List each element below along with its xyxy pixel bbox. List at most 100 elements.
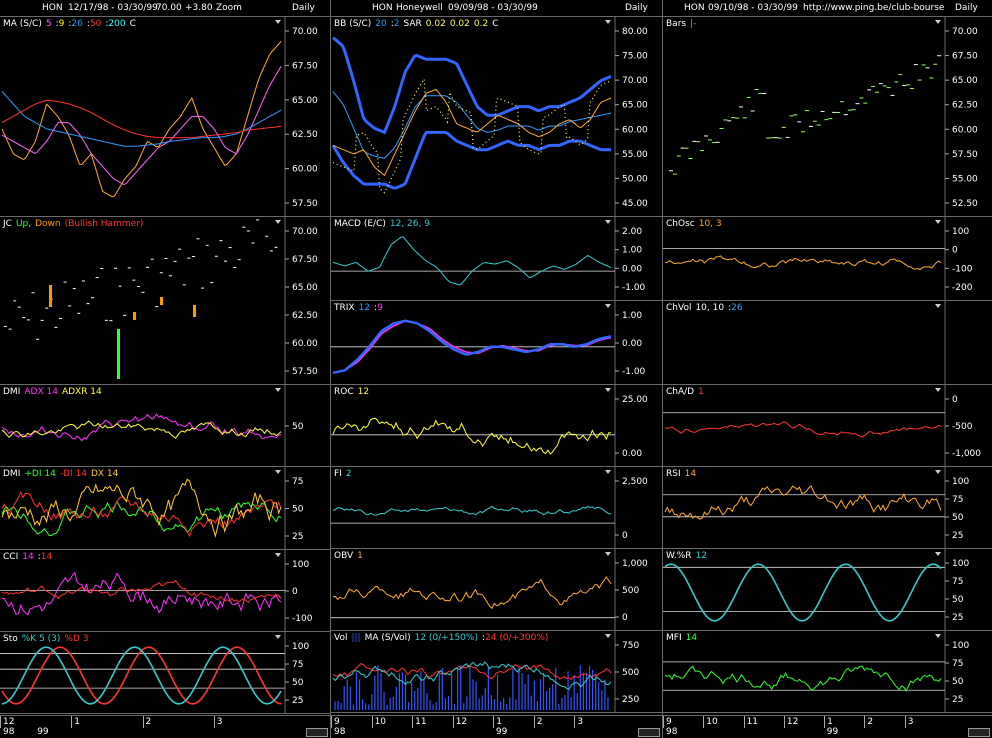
pane-dmi2[interactable]: DMI +DI 14 -DI 14 DX 14 75 50 25: [0, 467, 330, 550]
pane-jc[interactable]: JC Up, Down (Bullish Hammer) 70.00 67.50 65.00…: [0, 217, 330, 385]
pane-menu-icon[interactable]: [275, 553, 281, 557]
pane-title-part: 50: [89, 19, 102, 29]
x-year-label: 99: [826, 727, 839, 737]
x-year-label: 99: [37, 727, 49, 737]
pane-title-part: ChOsc: [666, 219, 695, 229]
pane-plot: 100 75 50 25: [663, 549, 969, 630]
pane-title: ChOsc 10, 3: [666, 219, 726, 229]
pane-menu-icon[interactable]: [935, 470, 941, 474]
y-tick-label: -1.00: [622, 283, 646, 293]
x-tick-label: 2: [867, 717, 874, 727]
y-tick-label: 70.00: [292, 27, 318, 37]
header-url: http://www.ping.be/club-bourse: [803, 3, 945, 13]
pane-trix[interactable]: TRIX 12:9 1.00 0.00 -1.00: [331, 301, 662, 385]
header-symbol: HON: [684, 3, 705, 13]
pane-title-part: 26: [731, 303, 743, 313]
x-tick-label: 9: [666, 717, 672, 727]
header-zoom[interactable]: Zoom: [216, 3, 242, 13]
pane-title-part: %D 3: [64, 634, 89, 644]
pane-wr[interactable]: W.%R 12 100 75 50 25: [663, 549, 992, 631]
pane-menu-icon[interactable]: [605, 304, 611, 308]
pane-menu-icon[interactable]: [275, 388, 281, 392]
scroll-button[interactable]: [638, 728, 660, 737]
y-tick-label: 57.50: [292, 367, 318, 377]
pane-cci[interactable]: CCI 14:14 100 0 -100: [0, 550, 330, 632]
x-tick-label: 1: [74, 717, 80, 727]
pane-menu-icon[interactable]: [605, 388, 611, 392]
pane-chvol[interactable]: ChVol 10, 10:26: [663, 301, 992, 385]
pane-title-part: 0.02: [425, 19, 446, 29]
candle-down: [133, 312, 136, 320]
y-tick-label: 25: [952, 695, 963, 705]
pane-fi[interactable]: FI 2 2,500 0: [331, 467, 662, 549]
pane-title-part: %K 5 (3): [21, 634, 61, 644]
pane-title-part: 14: [40, 552, 53, 562]
y-tick-label: -100: [292, 614, 313, 624]
pane-menu-icon[interactable]: [935, 304, 941, 308]
column-header: HON 12/17/98 - 03/30/99 70.00 +3.80 Zoom Dail…: [0, 0, 330, 17]
pane-title-part: 12: [357, 387, 370, 397]
pane-title-part: TRIX: [334, 303, 355, 313]
pane-menu-icon[interactable]: [935, 220, 941, 224]
pane-title-part: 10, 3: [698, 219, 722, 229]
pane-title: DMI +DI 14 -DI 14 DX 14: [3, 469, 122, 479]
pane-ma[interactable]: MA (S/C) 5:9:26:50:200 C 70.00 67.50 65.00 62.…: [0, 17, 330, 217]
y-tick-label: 55.00: [622, 150, 648, 160]
pane-menu-icon[interactable]: [935, 634, 941, 638]
pane-menu-icon[interactable]: [605, 470, 611, 474]
pane-dmi1[interactable]: DMI ADX 14 ADXR 14 50: [0, 385, 330, 467]
pane-mfi[interactable]: MFI 14 100 75 50 25: [663, 631, 992, 713]
pane-title-part: MA (S/C): [3, 19, 42, 29]
pane-chad[interactable]: ChA/D 1 0 -500 -1,000: [663, 385, 992, 467]
pane-menu-icon[interactable]: [275, 635, 281, 639]
y-tick-label: 100: [952, 641, 969, 651]
pane-chosc[interactable]: ChOsc 10, 3 100 0 -100 -200: [663, 217, 992, 301]
pane-menu-icon[interactable]: [935, 552, 941, 556]
pane-menu-icon[interactable]: [935, 20, 941, 24]
time-axis: 9 10 11 12 1 2 3 98 99: [663, 715, 992, 738]
y-tick-label: -500: [952, 422, 973, 432]
pane-menu-icon[interactable]: [605, 20, 611, 24]
pane-obv[interactable]: OBV 1 1,000 500 0: [331, 549, 662, 631]
pane-title-part: SAR: [403, 19, 422, 29]
y-tick-label: 25: [292, 532, 303, 542]
scroll-button[interactable]: [306, 728, 328, 737]
pane-title: MACD (E/C) 12, 26, 9: [334, 219, 434, 229]
pane-menu-icon[interactable]: [935, 388, 941, 392]
pane-rsi[interactable]: RSI 14 100 75 50 25: [663, 467, 992, 549]
indicator-line: [1, 478, 282, 539]
pane-menu-icon[interactable]: [605, 634, 611, 638]
pane-bb[interactable]: BB (S/C) 20:2 SAR 0.02 0.02 0.2 C 80.00 75.00 70.…: [331, 17, 662, 217]
y-tick-label: 50.00: [622, 174, 648, 184]
pane-title-part: ROC: [334, 387, 354, 397]
x-tick-label: 3: [577, 717, 584, 727]
pane-roc[interactable]: ROC 12 25.00 0.00: [331, 385, 662, 467]
y-tick-label: 100: [952, 227, 969, 237]
pane-title: JC Up, Down (Bullish Hammer): [3, 219, 147, 229]
indicator-line: [664, 255, 942, 271]
pane-menu-icon[interactable]: [275, 20, 281, 24]
pane-title: W.%R 12: [666, 551, 711, 561]
y-tick-label: 60.00: [292, 165, 318, 175]
header-range: 09/09/98 - 03/30/99: [448, 3, 538, 13]
pane-menu-icon[interactable]: [275, 470, 281, 474]
pane-menu-icon[interactable]: [275, 220, 281, 224]
time-axis: 9 10 11 12 1 2 3 98 99: [331, 715, 662, 738]
header-period[interactable]: Daily: [625, 3, 648, 13]
y-tick-label: 100: [292, 642, 309, 652]
pane-title-part: Vol: [334, 633, 348, 643]
pane-bars[interactable]: Bars |- 70.00 67.50 65.00 62.50 60.00 57.50 55.0…: [663, 17, 992, 217]
x-tick-label: 3: [907, 717, 914, 727]
pane-title: BB (S/C) 20:2 SAR 0.02 0.02 0.2 C: [334, 19, 503, 29]
pane-menu-icon[interactable]: [605, 220, 611, 224]
header-period[interactable]: Daily: [292, 3, 315, 13]
y-tick-label: -100: [952, 264, 973, 274]
pane-menu-icon[interactable]: [605, 552, 611, 556]
pane-sto[interactable]: Sto %K 5 (3) %D 3 100 75 50 25: [0, 632, 330, 714]
header-period[interactable]: Daily: [955, 3, 978, 13]
y-tick-label: 65.00: [292, 283, 318, 293]
pane-macd[interactable]: MACD (E/C) 12, 26, 9 2.00 1.00 0.00 -1.00: [331, 217, 662, 301]
pane-vol[interactable]: Vol ||| MA (S/Vol) 12 (0/+150%):24 (0/+300%…: [331, 631, 662, 713]
candle-up: [117, 329, 120, 379]
scroll-button[interactable]: [968, 728, 990, 737]
